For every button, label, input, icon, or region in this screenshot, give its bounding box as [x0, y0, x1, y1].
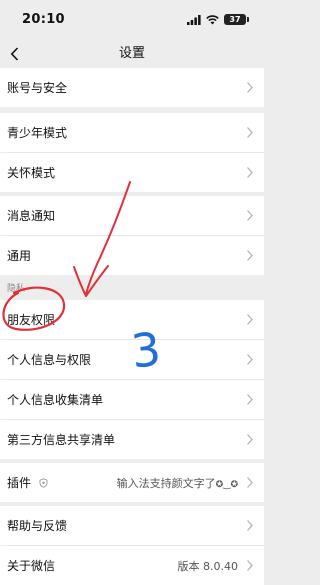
- row-label: 消息通知: [7, 209, 56, 223]
- chevron-right-icon: [247, 314, 253, 325]
- row-third-party-sharing[interactable]: 第三方信息共享清单: [0, 420, 264, 459]
- page-title: 设置: [118, 46, 145, 61]
- chevron-right-icon: [247, 167, 253, 178]
- row-notifications[interactable]: 消息通知: [0, 196, 264, 235]
- wifi-icon: [206, 14, 219, 24]
- row-personal-info-collection[interactable]: 个人信息收集清单: [0, 380, 264, 419]
- chevron-right-icon: [247, 82, 253, 93]
- row-teen-mode[interactable]: 青少年模式: [0, 113, 264, 152]
- row-label: 第三方信息共享清单: [7, 433, 116, 447]
- row-care-mode[interactable]: 关怀模式: [0, 153, 264, 192]
- nav-bar: 设置: [0, 40, 264, 68]
- row-label: 关怀模式: [7, 166, 56, 180]
- chevron-right-icon: [247, 210, 253, 221]
- row-label: 青少年模式: [7, 126, 68, 140]
- chevron-right-icon: [247, 560, 253, 571]
- row-label: 通用: [7, 249, 32, 263]
- chevron-right-icon: [247, 394, 253, 405]
- row-label: 个人信息收集清单: [7, 393, 104, 407]
- battery-icon: 37: [224, 14, 249, 25]
- row-label: 关于微信: [7, 559, 56, 573]
- row-label: 帮助与反馈: [7, 519, 68, 533]
- row-label: 朋友权限: [7, 313, 56, 327]
- chevron-right-icon: [247, 477, 253, 488]
- row-personal-info-permissions[interactable]: 个人信息与权限: [0, 340, 264, 379]
- plugins-value: 输入法支持颜文字了✪‿✪: [117, 475, 238, 491]
- back-button[interactable]: [2, 40, 26, 68]
- row-friend-permissions[interactable]: 朋友权限: [0, 300, 264, 339]
- row-label: 个人信息与权限: [7, 353, 92, 367]
- chevron-right-icon: [247, 250, 253, 261]
- status-time: 20:10: [22, 12, 65, 27]
- plugins-value-text: 输入法支持颜文字了: [116, 476, 216, 490]
- chevron-right-icon: [247, 127, 253, 138]
- row-label: 插件: [7, 476, 32, 490]
- section-header-privacy: 隐私: [7, 284, 26, 294]
- row-about-wechat[interactable]: 关于微信 版本 8.0.40: [0, 546, 264, 585]
- row-label: 账号与安全: [7, 81, 68, 95]
- row-account-security[interactable]: 账号与安全: [0, 68, 264, 107]
- status-bar: 20:10 37: [0, 0, 264, 40]
- chevron-right-icon: [247, 434, 253, 445]
- row-help-feedback[interactable]: 帮助与反馈: [0, 506, 264, 545]
- status-icons: 37: [187, 14, 249, 25]
- shield-icon: [39, 477, 48, 488]
- row-plugins[interactable]: 插件 输入法支持颜文字了✪‿✪: [0, 463, 264, 502]
- chevron-right-icon: [247, 520, 253, 531]
- plugins-emoticon: ✪‿✪: [215, 479, 238, 490]
- version-value: 版本 8.0.40: [177, 559, 238, 573]
- chevron-left-icon: [10, 47, 18, 61]
- chevron-right-icon: [247, 354, 253, 365]
- signal-icon: [187, 14, 201, 25]
- row-general[interactable]: 通用: [0, 236, 264, 275]
